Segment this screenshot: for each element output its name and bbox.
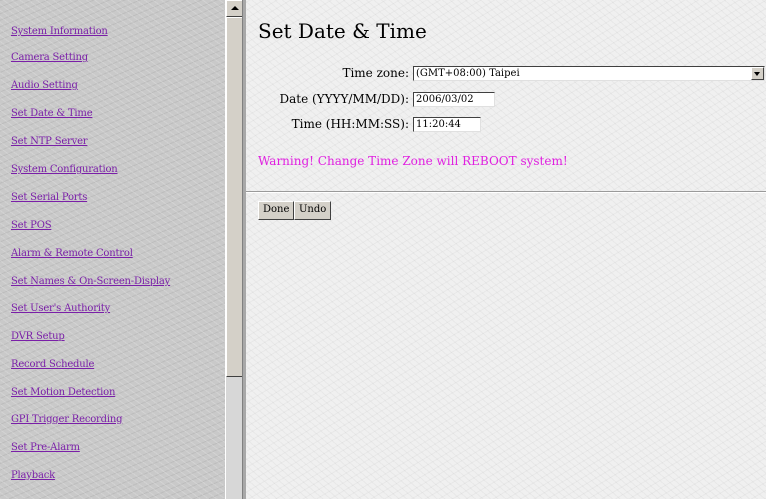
divider [246,191,766,193]
nav-link-system-configuration[interactable]: System Configuration [11,164,118,175]
nav-link-set-date-time[interactable]: Set Date & Time [11,108,93,119]
nav-link-audio-setting[interactable]: Audio Setting [11,80,78,91]
page-title: Set Date & Time [258,19,427,43]
nav-link-set-ntp-server[interactable]: Set NTP Server [11,136,88,147]
timezone-select[interactable]: (GMT+08:00) Taipei [413,66,765,81]
timezone-selected-value: (GMT+08:00) Taipei [416,68,520,79]
time-label: Time (HH:MM:SS): [291,117,409,131]
nav-link-set-serial-ports[interactable]: Set Serial Ports [11,192,87,203]
nav-link-record-schedule[interactable]: Record Schedule [11,359,94,370]
time-input[interactable]: 11:20:44 [413,117,481,132]
nav-link-playback[interactable]: Playback [11,470,55,481]
date-label: Date (YYYY/MM/DD): [279,92,409,106]
scroll-thumb[interactable] [226,17,243,377]
nav-link-set-pos[interactable]: Set POS [11,220,52,231]
nav-link-camera-setting[interactable]: Camera Setting [11,52,88,63]
timezone-label: Time zone: [342,66,409,80]
chevron-down-icon [754,72,760,76]
main-content-frame: Set Date & Time Time zone: (GMT+08:00) T… [246,0,766,499]
nav-scrollbar[interactable] [225,0,243,499]
nav-link-dvr-setup[interactable]: DVR Setup [11,331,65,342]
undo-button[interactable]: Undo [294,201,332,220]
reboot-warning-text: Warning! Change Time Zone will REBOOT sy… [258,154,568,168]
done-button[interactable]: Done [258,201,295,220]
scroll-up-button[interactable] [226,0,243,17]
timezone-dropdown-button[interactable] [751,67,764,80]
nav-link-alarm-remote-control[interactable]: Alarm & Remote Control [11,248,133,259]
nav-link-gpi-trigger-recording[interactable]: GPI Trigger Recording [11,414,122,425]
nav-link-set-users-authority[interactable]: Set User's Authority [11,303,110,314]
scroll-up-arrow-icon [231,6,239,10]
nav-link-set-names-osd[interactable]: Set Names & On-Screen-Display [11,276,170,287]
nav-link-set-motion-detection[interactable]: Set Motion Detection [11,387,115,398]
date-input[interactable]: 2006/03/02 [413,92,495,107]
nav-link-system-information[interactable]: System Information [11,26,108,37]
nav-link-set-pre-alarm[interactable]: Set Pre-Alarm [11,442,80,453]
navigation-frame: System Information Camera Setting Audio … [0,0,225,499]
